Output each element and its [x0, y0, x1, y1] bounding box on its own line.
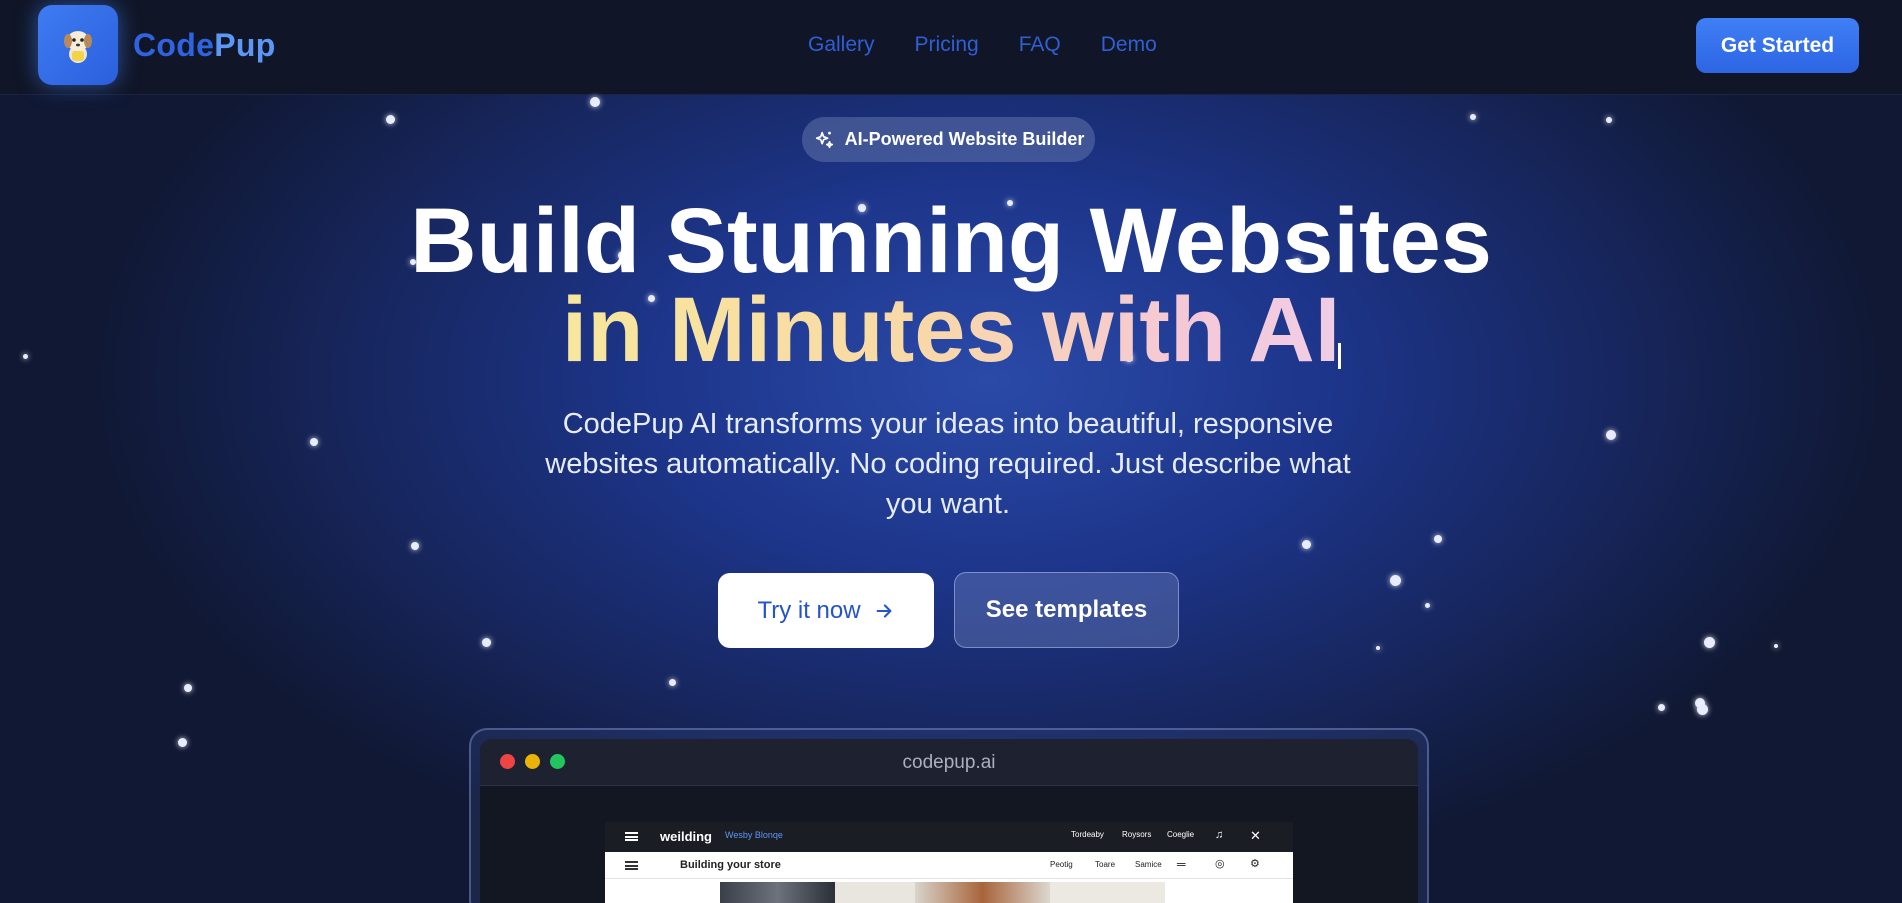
browser-url: codepup.ai [902, 752, 996, 773]
headline-line2-text: in Minutes with AI [561, 279, 1341, 381]
preview-nav-3: Coeglie [1167, 830, 1195, 839]
browser-titlebar: codepup.ai [480, 739, 1418, 786]
star [669, 679, 676, 686]
sparkles-icon [815, 131, 833, 148]
see-templates-button[interactable]: See templates [954, 572, 1179, 648]
try-it-now-label: Try it now [757, 596, 861, 624]
star [386, 115, 395, 124]
star [1425, 603, 1430, 608]
star [184, 684, 192, 692]
star [1704, 637, 1715, 648]
typing-cursor [1338, 343, 1341, 369]
browser-preview: codepup.ai weilding Wesby Blonqe Tordeab… [480, 739, 1418, 903]
star [1390, 575, 1401, 586]
ai-badge: AI-Powered Website Builder [802, 117, 1095, 162]
preview-product-image [720, 882, 835, 903]
star [1697, 704, 1708, 715]
star [1774, 644, 1778, 648]
hero-subtitle: CodePup AI transforms your ideas into be… [545, 408, 1351, 520]
preview-page-title: Building your store [680, 859, 781, 871]
settings-icon: ⚙ [1250, 858, 1260, 870]
preview-product-image [835, 882, 915, 903]
nav-gallery[interactable]: Gallery [808, 33, 875, 57]
star [1302, 540, 1311, 549]
puppy-logo-icon[interactable] [38, 5, 118, 85]
headline-line1: Build Stunning Websites [410, 190, 1492, 292]
close-icon: ✕ [1250, 828, 1261, 843]
nav-pricing[interactable]: Pricing [915, 33, 979, 57]
preview-site-logo: weilding [660, 829, 712, 844]
brand-name[interactable]: CodePup [133, 27, 276, 64]
preview-product-image [1050, 882, 1165, 903]
main-nav: Gallery Pricing FAQ Demo [808, 33, 1157, 57]
preview-nav-1: Tordeaby [1071, 830, 1104, 839]
star [310, 438, 318, 446]
preview-subnav-3: Samice [1135, 860, 1162, 869]
preview-site-header: weilding Wesby Blonqe Tordeaby Roysors C… [605, 822, 1293, 852]
star [1606, 117, 1612, 123]
menu-icon [625, 832, 638, 841]
menu-icon [625, 861, 638, 870]
music-icon: ♫ [1215, 829, 1224, 841]
star [482, 638, 491, 647]
preview-nav-2: Roysors [1122, 830, 1152, 839]
try-it-now-button[interactable]: Try it now [718, 573, 934, 648]
star [178, 738, 187, 747]
lines-icon: ═ [1177, 857, 1186, 871]
brand-name-part1: Code [133, 27, 215, 63]
top-navigation-bar: CodePup Gallery Pricing FAQ Demo Get Sta… [0, 0, 1902, 95]
headline-line2: in Minutes with AI [0, 284, 1902, 376]
preview-subnav-2: Toare [1095, 860, 1116, 869]
star [1376, 646, 1380, 650]
star [590, 97, 600, 107]
preview-subnav-1: Peotig [1050, 860, 1073, 869]
preview-site-tag: Wesby Blonqe [725, 830, 783, 840]
star [1434, 535, 1442, 543]
star [1606, 430, 1616, 440]
preview-site: weilding Wesby Blonqe Tordeaby Roysors C… [605, 822, 1293, 903]
badge-label: AI-Powered Website Builder [844, 129, 1085, 149]
preview-product-image [915, 882, 1050, 903]
star [1658, 704, 1665, 711]
user-icon: ◎ [1215, 858, 1225, 870]
get-started-button[interactable]: Get Started [1696, 18, 1859, 73]
arrow-right-icon [876, 603, 891, 618]
star [411, 542, 419, 550]
nav-faq[interactable]: FAQ [1019, 33, 1061, 57]
nav-demo[interactable]: Demo [1101, 33, 1157, 57]
star [1470, 114, 1476, 120]
preview-site-subheader: Building your store Peotig Toare Samice … [605, 852, 1293, 879]
brand-name-part2: Pup [214, 27, 276, 63]
